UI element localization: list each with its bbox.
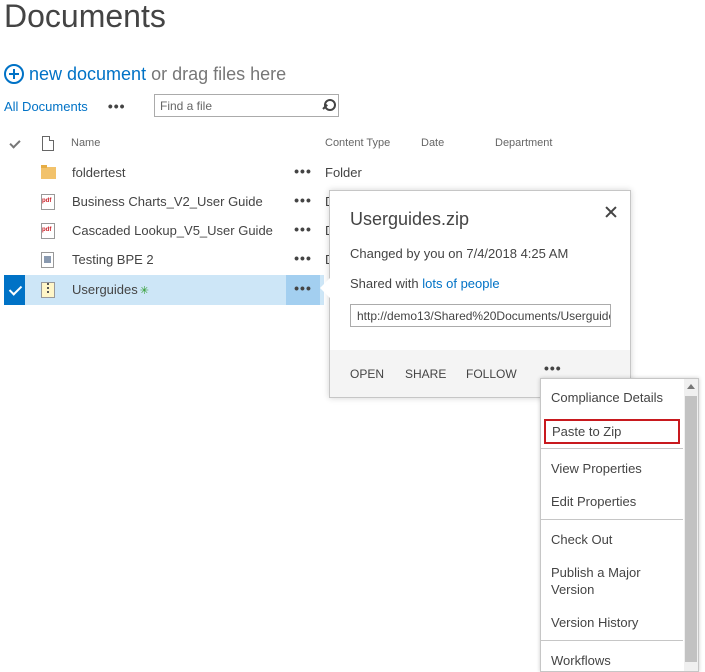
column-header-date[interactable]: Date [421, 137, 444, 149]
share-button[interactable]: SHARE [405, 367, 446, 381]
list-item-selected[interactable]: Userguides ✳ ••• [4, 275, 324, 305]
menu-item-workflows[interactable]: Workflows [541, 652, 683, 669]
file-name-link[interactable]: Userguides ✳ [72, 282, 149, 297]
callout-pointer [320, 278, 330, 298]
view-selector: All Documents ••• [4, 97, 126, 115]
menu-separator [541, 519, 683, 520]
column-header-name[interactable]: Name [71, 137, 100, 149]
list-item[interactable]: Cascaded Lookup_V5_User Guide ••• D [4, 216, 334, 245]
shared-with-link[interactable]: lots of people [422, 276, 499, 291]
file-type-icon [42, 136, 54, 151]
row-select-box[interactable] [4, 187, 25, 216]
row-select-checkbox-checked[interactable] [4, 275, 25, 305]
search-box[interactable] [154, 94, 339, 117]
row-select-box[interactable] [4, 158, 25, 187]
close-icon[interactable] [604, 205, 618, 219]
drag-files-hint: or drag files here [151, 63, 287, 84]
file-name-link[interactable]: Cascaded Lookup_V5_User Guide [72, 223, 273, 238]
menu-item-compliance-details[interactable]: Compliance Details [541, 389, 683, 406]
select-all-checkmark-icon[interactable] [9, 137, 21, 149]
new-item-icon: ✳ [139, 285, 149, 297]
zip-file-icon [41, 282, 55, 298]
row-select-box[interactable] [4, 216, 25, 245]
open-menu-button[interactable]: ••• [286, 275, 320, 305]
list-item[interactable]: Business Charts_V2_User Guide ••• D [4, 187, 334, 216]
column-header-content-type[interactable]: Content Type [325, 137, 390, 149]
context-menu: Compliance Details Paste to Zip View Pro… [540, 378, 699, 672]
view-all-documents[interactable]: All Documents [4, 99, 88, 114]
list-item[interactable]: foldertest ••• Folder [4, 158, 362, 187]
file-name-link[interactable]: Business Charts_V2_User Guide [72, 194, 263, 209]
menu-item-view-properties[interactable]: View Properties [541, 460, 683, 477]
open-menu-button[interactable]: ••• [286, 216, 320, 245]
menu-item-paste-to-zip[interactable]: Paste to Zip [544, 419, 680, 444]
pdf-icon [41, 194, 55, 210]
file-name-link[interactable]: Testing BPE 2 [72, 252, 154, 267]
callout-more-button[interactable]: ••• [544, 360, 562, 376]
follow-button[interactable]: FOLLOW [466, 367, 517, 381]
pdf-icon [41, 223, 55, 239]
new-document-link[interactable]: new document [29, 64, 146, 85]
row-select-box[interactable] [4, 245, 25, 274]
scroll-up-icon[interactable] [687, 384, 695, 389]
menu-item-publish-major-version[interactable]: Publish a Major Version [541, 564, 661, 598]
menu-scrollbar[interactable] [684, 379, 698, 671]
add-circle-icon[interactable] [4, 64, 24, 84]
scrollbar-thumb[interactable] [685, 396, 697, 662]
menu-item-check-out[interactable]: Check Out [541, 531, 683, 548]
search-icon[interactable] [320, 98, 336, 114]
folder-icon [41, 165, 56, 179]
open-menu-button[interactable]: ••• [286, 158, 320, 187]
open-menu-button[interactable]: ••• [286, 245, 320, 274]
menu-item-version-history[interactable]: Version History [541, 614, 683, 631]
file-url-field[interactable]: http://demo13/Shared%20Documents/Usergui… [350, 304, 611, 327]
search-input[interactable] [160, 96, 318, 115]
callout-title: Userguides.zip [350, 209, 470, 229]
column-header-department[interactable]: Department [495, 137, 552, 149]
file-callout: Userguides.zip Changed by you on 7/4/201… [329, 190, 631, 398]
menu-separator [541, 448, 683, 449]
list-item[interactable]: Testing BPE 2 ••• D [4, 245, 334, 274]
menu-item-edit-properties[interactable]: Edit Properties [541, 493, 683, 510]
page-title: Documents [4, 0, 166, 34]
menu-separator [541, 640, 683, 641]
generic-file-icon [41, 252, 54, 268]
open-button[interactable]: OPEN [350, 367, 384, 381]
new-document-command[interactable]: new document or drag files here [4, 62, 286, 86]
open-menu-button[interactable]: ••• [286, 187, 320, 216]
file-name-link[interactable]: foldertest [72, 165, 125, 180]
views-more-button[interactable]: ••• [108, 99, 126, 113]
callout-modified-info: Changed by you on 7/4/2018 4:25 AM [350, 246, 569, 261]
content-type-value: Folder [325, 165, 362, 180]
callout-sharing-info: Shared with lots of people [350, 276, 500, 291]
list-header: Name Content Type Date Department [0, 136, 705, 152]
